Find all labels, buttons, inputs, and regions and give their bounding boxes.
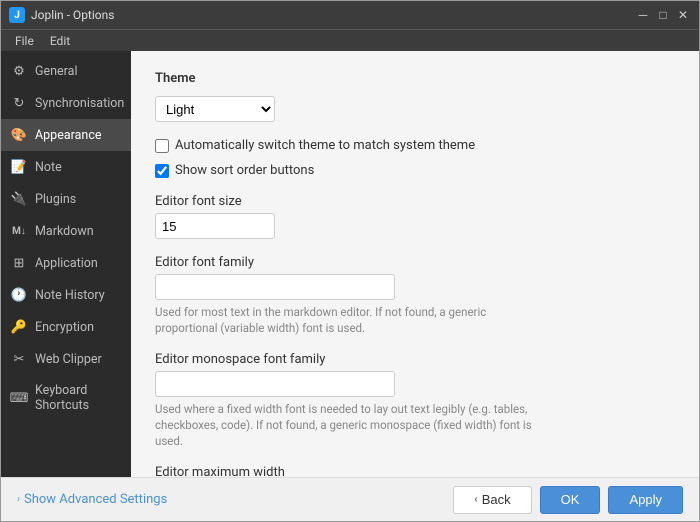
app-icon: J [9, 7, 25, 23]
sidebar-item-web-clipper[interactable]: ✂ Web Clipper [1, 343, 131, 375]
sidebar-label-synchronisation: Synchronisation [35, 96, 124, 111]
show-sort-checkbox[interactable] [155, 164, 169, 178]
sidebar-label-note-history: Note History [35, 288, 105, 303]
editor-font-size-label: Editor font size [155, 194, 675, 209]
show-sort-label[interactable]: Show sort order buttons [175, 163, 314, 178]
window-controls: ─ □ ✕ [635, 7, 691, 23]
title-bar-left: J Joplin - Options [9, 7, 114, 23]
window-title: Joplin - Options [31, 8, 114, 22]
editor-font-size-group: Editor font size [155, 194, 675, 239]
editor-mono-input[interactable] [155, 371, 395, 397]
sidebar-item-appearance[interactable]: 🎨 Appearance [1, 119, 131, 151]
back-chevron-icon: ‹ [474, 494, 477, 505]
theme-section-title: Theme [155, 71, 675, 86]
apply-label: Apply [629, 492, 662, 507]
menu-edit[interactable]: Edit [42, 32, 78, 50]
encryption-icon: 🔑 [11, 319, 27, 335]
advanced-settings-label: Show Advanced Settings [24, 492, 167, 507]
sidebar-item-application[interactable]: ⊞ Application [1, 247, 131, 279]
sidebar-item-note[interactable]: 📝 Note [1, 151, 131, 183]
chevron-right-icon: › [17, 494, 20, 505]
editor-font-family-input[interactable] [155, 274, 395, 300]
menu-bar: File Edit [1, 29, 699, 51]
appearance-icon: 🎨 [11, 127, 27, 143]
auto-switch-checkbox[interactable] [155, 139, 169, 153]
title-bar: J Joplin - Options ─ □ ✕ [1, 1, 699, 29]
back-label: Back [482, 492, 511, 507]
sidebar-label-application: Application [35, 256, 98, 271]
sidebar-label-encryption: Encryption [35, 320, 94, 335]
keyboard-shortcuts-icon: ⌨ [11, 390, 27, 406]
content-area: ⚙ General ↻ Synchronisation 🎨 Appearance… [1, 51, 699, 477]
auto-switch-row: Automatically switch theme to match syst… [155, 138, 675, 153]
editor-mono-label: Editor monospace font family [155, 352, 675, 367]
close-button[interactable]: ✕ [675, 7, 691, 23]
menu-file[interactable]: File [7, 32, 42, 50]
sidebar-item-encryption[interactable]: 🔑 Encryption [1, 311, 131, 343]
sidebar-item-note-history[interactable]: 🕐 Note History [1, 279, 131, 311]
main-panel: Theme Light Dark System Automatically sw… [131, 51, 699, 477]
sidebar-label-appearance: Appearance [35, 128, 102, 143]
sidebar-item-general[interactable]: ⚙ General [1, 55, 131, 87]
sidebar-item-keyboard-shortcuts[interactable]: ⌨ Keyboard Shortcuts [1, 375, 131, 421]
advanced-settings-link[interactable]: › Show Advanced Settings [17, 492, 167, 507]
application-icon: ⊞ [11, 255, 27, 271]
sidebar-label-markdown: Markdown [35, 224, 94, 239]
sidebar-item-plugins[interactable]: 🔌 Plugins [1, 183, 131, 215]
note-icon: 📝 [11, 159, 27, 175]
sidebar-item-synchronisation[interactable]: ↻ Synchronisation [1, 87, 131, 119]
ok-button[interactable]: OK [540, 486, 601, 514]
back-button[interactable]: ‹ Back [453, 486, 531, 514]
sidebar-item-markdown[interactable]: M↓ Markdown [1, 215, 131, 247]
sidebar: ⚙ General ↻ Synchronisation 🎨 Appearance… [1, 51, 131, 477]
sync-icon: ↻ [11, 95, 27, 111]
editor-font-family-helper: Used for most text in the markdown edito… [155, 304, 535, 336]
sidebar-label-general: General [35, 64, 78, 79]
sidebar-label-note: Note [35, 160, 62, 175]
editor-font-family-group: Editor font family Used for most text in… [155, 255, 675, 336]
options-window: J Joplin - Options ─ □ ✕ File Edit ⚙ Gen… [0, 0, 700, 522]
minimize-button[interactable]: ─ [635, 7, 651, 23]
editor-mono-group: Editor monospace font family Used where … [155, 352, 675, 449]
bottom-right: ‹ Back OK Apply [453, 486, 683, 514]
sidebar-label-web-clipper: Web Clipper [35, 352, 102, 367]
note-history-icon: 🕐 [11, 287, 27, 303]
editor-max-width-group: Editor maximum width Set it to 0 to make… [155, 465, 675, 477]
editor-font-size-input[interactable] [155, 213, 275, 239]
bottom-left: › Show Advanced Settings [17, 492, 167, 507]
editor-max-width-label: Editor maximum width [155, 465, 675, 477]
auto-switch-label[interactable]: Automatically switch theme to match syst… [175, 138, 475, 153]
sidebar-label-plugins: Plugins [35, 192, 76, 207]
editor-font-family-label: Editor font family [155, 255, 675, 270]
show-sort-row: Show sort order buttons [155, 163, 675, 178]
editor-mono-helper: Used where a fixed width font is needed … [155, 401, 535, 449]
ok-label: OK [561, 492, 580, 507]
apply-button[interactable]: Apply [608, 486, 683, 514]
theme-group: Theme Light Dark System [155, 71, 675, 122]
theme-select[interactable]: Light Dark System [155, 96, 275, 122]
web-clipper-icon: ✂ [11, 351, 27, 367]
bottom-bar: › Show Advanced Settings ‹ Back OK Apply [1, 477, 699, 521]
sidebar-label-keyboard-shortcuts: Keyboard Shortcuts [35, 383, 121, 413]
markdown-icon: M↓ [11, 223, 27, 239]
restore-button[interactable]: □ [655, 7, 671, 23]
plugins-icon: 🔌 [11, 191, 27, 207]
general-icon: ⚙ [11, 63, 27, 79]
